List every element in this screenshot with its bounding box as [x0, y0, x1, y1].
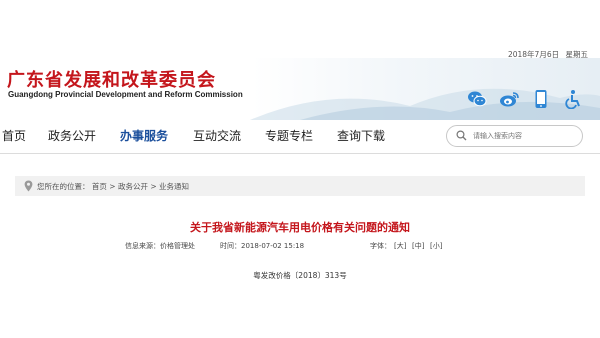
site-logo-title[interactable]: 广东省发展和改革委员会	[7, 66, 216, 92]
search-input[interactable]	[473, 129, 573, 142]
article-title: 关于我省新能源汽车用电价格有关问题的通知	[190, 221, 410, 234]
search-box[interactable]	[446, 125, 583, 147]
nav-item-government-affairs[interactable]: 政务公开	[48, 127, 96, 144]
weibo-icon[interactable]	[498, 88, 520, 110]
location-pin-icon	[24, 180, 33, 192]
breadcrumb-home[interactable]: 首页	[92, 182, 107, 191]
breadcrumb-separator: >	[109, 182, 116, 191]
font-size-medium[interactable]: [中]	[412, 241, 424, 251]
breadcrumb-government-affairs[interactable]: 政务公开	[118, 182, 148, 191]
mobile-icon[interactable]	[530, 88, 552, 110]
breadcrumb-separator: >	[150, 182, 157, 191]
nav-item-services[interactable]: 办事服务	[120, 127, 168, 144]
font-size-large[interactable]: [大]	[394, 241, 406, 251]
nav-item-home[interactable]: 首页	[2, 127, 26, 144]
accessibility-icon[interactable]	[562, 88, 584, 110]
article-source: 信息来源：价格管理处	[125, 242, 195, 250]
font-size-small[interactable]: [小]	[430, 241, 442, 251]
nav-divider	[0, 153, 600, 154]
search-icon[interactable]	[456, 130, 467, 141]
article-time: 时间：2018-07-02 15:18	[220, 242, 305, 250]
site-logo-subtitle: Guangdong Provincial Development and Ref…	[8, 90, 243, 99]
font-size-label: 字体：	[370, 242, 391, 250]
header-icon-group	[466, 88, 584, 110]
breadcrumb-prefix: 您所在的位置：	[37, 182, 90, 191]
breadcrumb: 您所在的位置： 首页 > 政务公开 > 业务通知	[15, 176, 585, 196]
wechat-icon[interactable]	[466, 88, 488, 110]
breadcrumb-business-notices[interactable]: 业务通知	[159, 182, 189, 191]
nav-item-interaction[interactable]: 互动交流	[193, 127, 241, 144]
nav-item-special-topics[interactable]: 专题专栏	[265, 127, 313, 144]
site-header: 广东省发展和改革委员会 Guangdong Provincial Develop…	[0, 58, 600, 120]
document-number: 粤发改价格〔2018〕313号	[253, 271, 347, 280]
nav-item-query-download[interactable]: 查询下载	[337, 127, 385, 144]
